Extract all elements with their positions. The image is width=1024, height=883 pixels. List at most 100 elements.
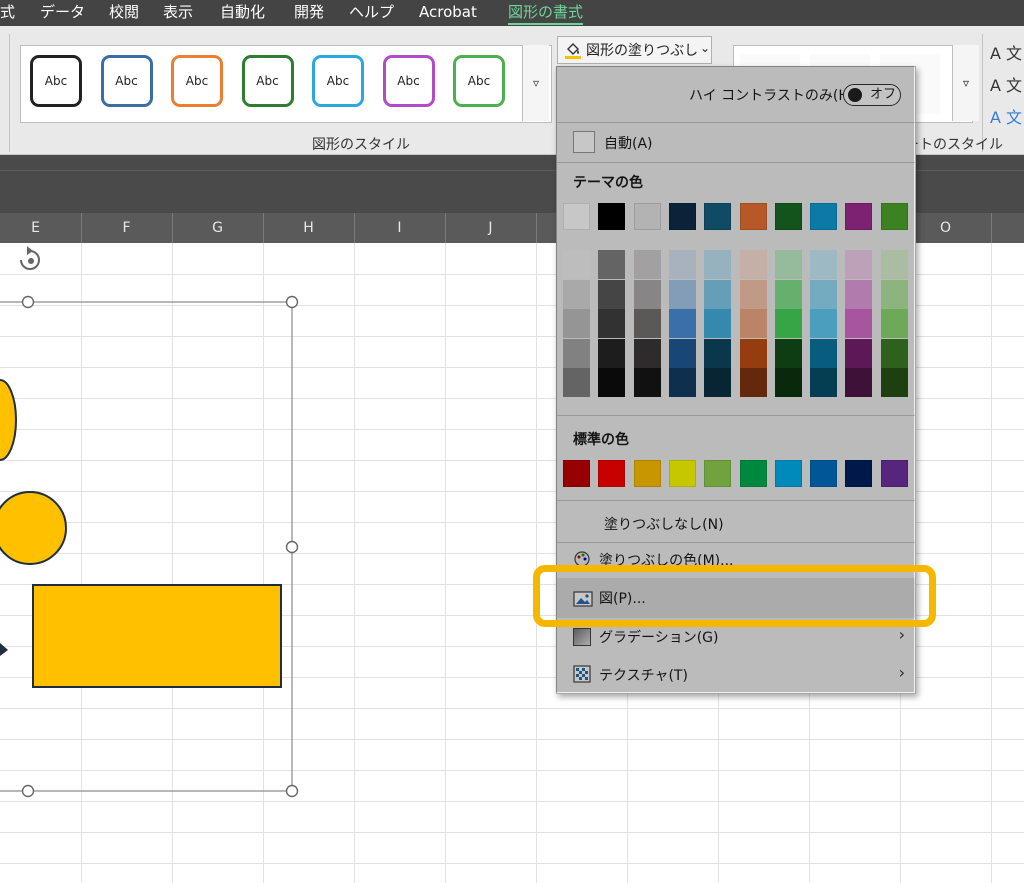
theme-shade-swatch[interactable] — [563, 368, 590, 397]
theme-shade-swatch[interactable] — [810, 279, 838, 309]
menu-tab[interactable]: 式 — [0, 0, 15, 26]
theme-shade-swatch[interactable] — [774, 279, 802, 309]
theme-shade-swatch[interactable] — [845, 279, 873, 309]
theme-shade-swatch[interactable] — [563, 309, 590, 338]
theme-color-swatch[interactable] — [880, 203, 908, 230]
theme-shade-swatch[interactable] — [739, 338, 767, 368]
shape-style-tile[interactable]: Abc — [382, 55, 435, 107]
theme-shade-swatch[interactable] — [774, 309, 802, 338]
theme-shade-swatch[interactable] — [739, 279, 767, 309]
theme-color-swatch[interactable] — [704, 203, 732, 230]
theme-color-swatch[interactable] — [845, 203, 873, 230]
theme-shade-swatch[interactable] — [598, 250, 626, 279]
theme-shade-swatch[interactable] — [739, 368, 767, 397]
theme-color-swatch[interactable] — [598, 203, 626, 230]
high-contrast-toggle[interactable]: オフ — [843, 84, 901, 106]
theme-shade-swatch[interactable] — [845, 338, 873, 368]
theme-shade-swatch[interactable] — [880, 250, 908, 279]
theme-shade-swatch[interactable] — [704, 309, 732, 338]
column-header[interactable]: G — [172, 213, 263, 243]
theme-shade-swatch[interactable] — [668, 279, 696, 309]
gallery-more-button[interactable]: ▿ — [522, 45, 549, 121]
text-fill-button[interactable]: A 文 — [990, 40, 1022, 64]
theme-shade-swatch[interactable] — [810, 309, 838, 338]
standard-color-swatch[interactable] — [845, 460, 873, 487]
theme-shade-swatch[interactable] — [810, 368, 838, 397]
shape-fill-button[interactable]: 図形の塗りつぶし ⌄ — [557, 36, 712, 64]
shape-style-tile[interactable]: Abc — [241, 55, 294, 107]
theme-shade-swatch[interactable] — [633, 338, 661, 368]
standard-color-swatch[interactable] — [880, 460, 908, 487]
theme-shade-swatch[interactable] — [704, 368, 732, 397]
standard-color-swatch[interactable] — [810, 460, 838, 487]
text-outline-button[interactable]: A 文 — [990, 72, 1022, 96]
theme-shade-swatch[interactable] — [633, 279, 661, 309]
theme-shade-swatch[interactable] — [810, 338, 838, 368]
menu-tab[interactable]: 校閲 — [109, 0, 139, 26]
theme-shade-swatch[interactable] — [668, 309, 696, 338]
theme-shade-swatch[interactable] — [739, 309, 767, 338]
theme-shade-swatch[interactable] — [880, 338, 908, 368]
theme-shade-swatch[interactable] — [704, 279, 732, 309]
theme-shade-swatch[interactable] — [633, 368, 661, 397]
theme-shade-swatch[interactable] — [563, 338, 590, 368]
menu-tab[interactable]: ヘルプ — [349, 0, 394, 26]
theme-shade-swatch[interactable] — [704, 338, 732, 368]
theme-shade-swatch[interactable] — [880, 309, 908, 338]
theme-shade-swatch[interactable] — [704, 250, 732, 279]
column-header[interactable]: J — [445, 213, 536, 243]
theme-shade-swatch[interactable] — [668, 250, 696, 279]
theme-color-swatch[interactable] — [739, 203, 767, 230]
standard-color-swatch[interactable] — [563, 460, 590, 487]
texture-fill-item[interactable]: テクスチャ(T) › — [557, 657, 915, 691]
standard-color-swatch[interactable] — [739, 460, 767, 487]
theme-color-swatch[interactable] — [774, 203, 802, 230]
standard-color-swatch[interactable] — [774, 460, 802, 487]
theme-shade-swatch[interactable] — [563, 279, 590, 309]
shape-group[interactable] — [0, 240, 320, 810]
theme-shade-swatch[interactable] — [598, 309, 626, 338]
theme-shade-swatch[interactable] — [774, 250, 802, 279]
theme-shade-swatch[interactable] — [739, 250, 767, 279]
automatic-color-item[interactable]: 自動(A) — [557, 125, 915, 157]
column-header[interactable]: H — [263, 213, 354, 243]
theme-shade-swatch[interactable] — [845, 309, 873, 338]
theme-shade-swatch[interactable] — [774, 368, 802, 397]
theme-color-swatch[interactable] — [668, 203, 696, 230]
standard-color-swatch[interactable] — [598, 460, 626, 487]
menu-tab[interactable]: 表示 — [163, 0, 193, 26]
no-fill-item[interactable]: 塗りつぶしなし(N) — [557, 504, 915, 540]
text-effects-button[interactable]: A 文 — [990, 104, 1022, 128]
theme-color-swatch[interactable] — [633, 203, 661, 230]
column-header[interactable]: I — [354, 213, 445, 243]
theme-shade-swatch[interactable] — [668, 368, 696, 397]
column-header[interactable]: F — [81, 213, 172, 243]
theme-shade-swatch[interactable] — [880, 368, 908, 397]
theme-shade-swatch[interactable] — [598, 368, 626, 397]
menu-tab[interactable]: 自動化 — [220, 0, 265, 26]
theme-shade-swatch[interactable] — [598, 279, 626, 309]
standard-color-swatch[interactable] — [633, 460, 661, 487]
menu-tab[interactable]: 図形の書式 — [508, 0, 584, 26]
wordart-more-button[interactable]: ▿ — [952, 45, 979, 121]
theme-shade-swatch[interactable] — [810, 250, 838, 279]
theme-color-swatch[interactable] — [563, 203, 590, 230]
shape-style-tile[interactable]: Abc — [312, 55, 364, 107]
theme-shade-swatch[interactable] — [845, 368, 873, 397]
standard-color-swatch[interactable] — [668, 460, 696, 487]
theme-shade-swatch[interactable] — [880, 279, 908, 309]
column-header[interactable]: E — [0, 213, 81, 243]
theme-shade-swatch[interactable] — [845, 250, 873, 279]
menu-tab[interactable]: 開発 — [294, 0, 324, 26]
theme-shade-swatch[interactable] — [598, 338, 626, 368]
theme-shade-swatch[interactable] — [633, 250, 661, 279]
theme-shade-swatch[interactable] — [563, 250, 590, 279]
theme-shade-swatch[interactable] — [633, 309, 661, 338]
theme-shade-swatch[interactable] — [774, 338, 802, 368]
standard-color-swatch[interactable] — [704, 460, 732, 487]
shape-style-tile[interactable]: Abc — [30, 55, 82, 107]
menu-tab[interactable]: データ — [40, 0, 85, 26]
theme-shade-swatch[interactable] — [668, 338, 696, 368]
shape-style-tile[interactable]: Abc — [453, 55, 505, 107]
shape-style-tile[interactable]: Abc — [171, 55, 223, 107]
